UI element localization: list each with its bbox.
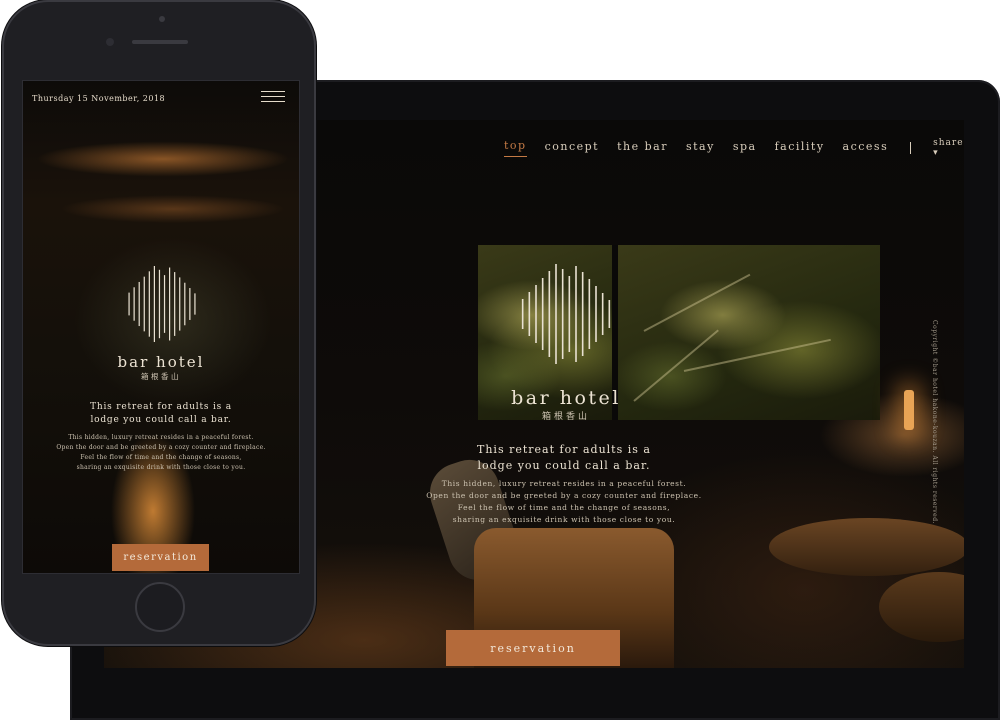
desk-lamp (904, 390, 914, 430)
phone-screen: Thursday 15 November, 2018 bar hotel 箱根香… (22, 80, 300, 574)
brand-subtitle: 箱根香山 (541, 412, 590, 422)
copyright-text: Copyright ©bar hotel hakone-kouzan. All … (931, 320, 938, 524)
proximity-sensor (159, 16, 165, 22)
share-menu[interactable]: share ▾ (933, 138, 964, 158)
description-line: This hidden, luxury retreat resides in a… (68, 434, 254, 441)
nav-item-top[interactable]: top (504, 139, 527, 157)
tagline-line: lodge you could call a bar. (477, 459, 651, 472)
bar-hotel-logo (521, 264, 611, 364)
description-line: Open the door and be greeted by a cozy c… (56, 444, 266, 451)
chevron-down-icon: ▾ (933, 148, 939, 158)
nav-item-spa[interactable]: spa (733, 140, 757, 157)
tagline: This retreat for adults is a lodge you c… (41, 401, 281, 427)
phone-device: Thursday 15 November, 2018 bar hotel 箱根香… (2, 0, 316, 646)
nav-divider (910, 142, 912, 154)
date-label: Thursday 15 November, 2018 (32, 94, 166, 103)
nav-item-access[interactable]: access (843, 140, 889, 157)
front-camera (106, 38, 114, 46)
nav-item-stay[interactable]: stay (686, 140, 715, 157)
main-nav: top concept the bar stay spa facility ac… (504, 138, 964, 158)
description-line: sharing an exquisite drink with those cl… (452, 515, 676, 524)
round-table (769, 518, 964, 576)
round-table-small (879, 572, 964, 642)
description: This hidden, luxury retreat resides in a… (31, 433, 291, 473)
share-label: share (933, 138, 964, 148)
bar-hotel-logo (128, 266, 196, 342)
nav-item-concept[interactable]: concept (545, 140, 600, 157)
description-line: Open the door and be greeted by a cozy c… (426, 491, 702, 500)
tagline-line: This retreat for adults is a (90, 402, 232, 412)
reservation-button[interactable]: reservation (446, 630, 620, 666)
description: This hidden, luxury retreat resides in a… (384, 478, 744, 526)
reservation-button[interactable]: reservation (112, 544, 209, 571)
description-line: sharing an exquisite drink with those cl… (76, 464, 246, 471)
description-line: Feel the flow of time and the change of … (80, 454, 242, 461)
nav-item-facility[interactable]: facility (775, 140, 825, 157)
tagline-line: lodge you could call a bar. (90, 415, 232, 425)
tagline: This retreat for adults is a lodge you c… (409, 442, 719, 474)
brand-subtitle: 箱根香山 (141, 372, 181, 381)
home-button[interactable] (135, 582, 185, 632)
brand-name: bar hotel (511, 387, 621, 409)
description-line: Feel the flow of time and the change of … (457, 503, 671, 512)
hamburger-menu-icon[interactable] (261, 91, 285, 102)
nav-item-the-bar[interactable]: the bar (617, 140, 668, 157)
brand-name: bar hotel (117, 353, 205, 371)
tagline-line: This retreat for adults is a (477, 443, 651, 456)
description-line: This hidden, luxury retreat resides in a… (441, 479, 687, 488)
earpiece-speaker (132, 40, 188, 44)
